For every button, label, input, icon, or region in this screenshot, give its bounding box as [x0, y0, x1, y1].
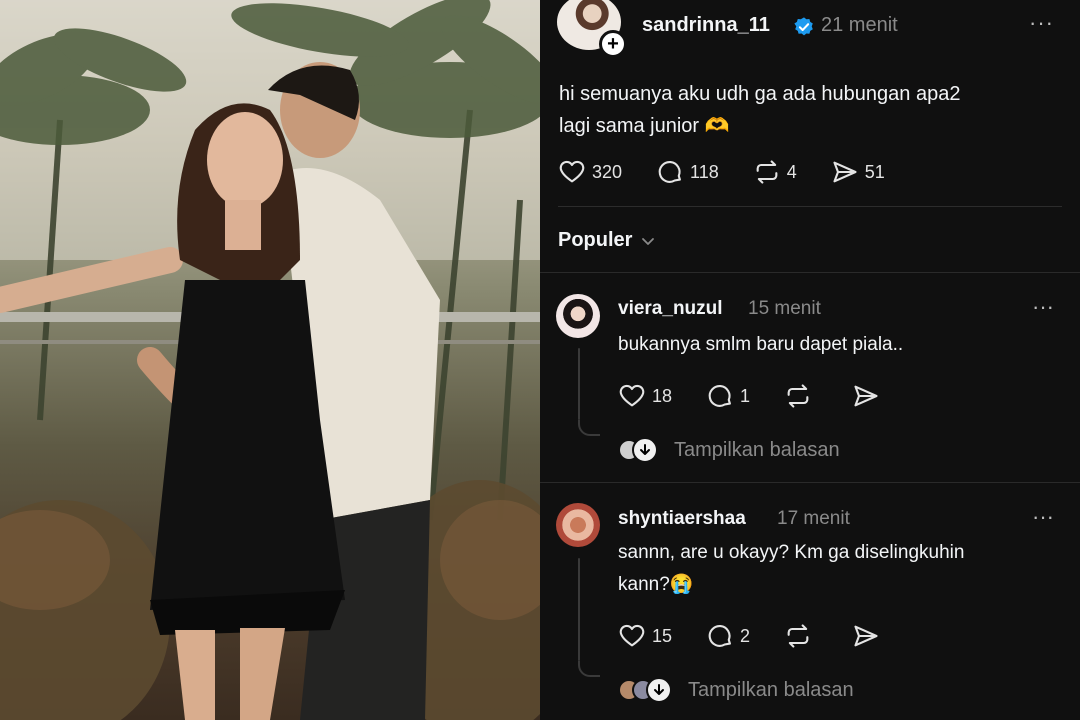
comment-text: bukannya smlm baru dapet piala..: [618, 334, 904, 355]
repost-icon: [787, 624, 809, 648]
divider: [540, 482, 1080, 483]
repost-icon: [756, 160, 778, 184]
like-count: 320: [592, 161, 623, 182]
comment-count: 2: [740, 625, 751, 646]
photo-illustration: [0, 0, 540, 720]
show-replies-label: Tampilkan balasan: [674, 438, 840, 461]
plus-icon[interactable]: +: [599, 30, 627, 58]
repost-button[interactable]: [784, 382, 818, 410]
post-text: hi semuanya aku udh ga ada hubungan apa2…: [559, 78, 1059, 142]
comment-button[interactable]: 1: [706, 382, 750, 410]
share-icon: [854, 625, 878, 647]
more-icon[interactable]: ···: [1032, 294, 1054, 320]
heart-icon: [619, 624, 645, 647]
post-time: 21 menit: [821, 14, 898, 36]
sort-dropdown[interactable]: Populer: [558, 229, 656, 252]
thread-panel: + sandrinna_11 21 menit ··· hi semuanya …: [540, 0, 1080, 720]
sort-label: Populer: [558, 229, 633, 251]
post-header: + sandrinna_11 21 menit ···: [540, 0, 1080, 58]
repost-button[interactable]: [784, 622, 818, 650]
thread-line: [578, 348, 580, 420]
comment-actions: 15 2: [618, 622, 920, 650]
show-replies-button[interactable]: Tampilkan balasan: [618, 437, 840, 463]
verified-icon: [794, 17, 813, 36]
heart-icon: [559, 160, 585, 183]
comment-icon: [708, 385, 731, 407]
comment-actions: 18 1: [618, 382, 920, 410]
post-username[interactable]: sandrinna_11: [642, 14, 770, 37]
more-icon[interactable]: ···: [1029, 10, 1054, 36]
comment-text-line: kann?😭: [618, 574, 694, 595]
like-count: 18: [652, 385, 673, 406]
comment-time: 15 menit: [748, 298, 821, 319]
comment-icon: [658, 161, 682, 183]
thread-line: [578, 661, 600, 677]
thread-line: [578, 420, 600, 436]
comment-time: 17 menit: [777, 508, 850, 529]
comment-text-line: sannn, are u okayy? Km ga diselingkuhin: [618, 542, 965, 563]
divider: [540, 272, 1080, 273]
comment-text: sannn, are u okayy? Km ga diselingkuhin …: [618, 537, 1048, 601]
comment-button[interactable]: 2: [706, 622, 750, 650]
like-button[interactable]: 18: [618, 382, 672, 410]
share-icon: [833, 161, 857, 183]
share-button[interactable]: [852, 382, 886, 410]
more-icon[interactable]: ···: [1032, 504, 1054, 530]
heart-icon: [619, 384, 645, 407]
comment-icon: [708, 625, 731, 647]
like-button[interactable]: 15: [618, 622, 672, 650]
show-replies-label: Tampilkan balasan: [688, 678, 854, 701]
repost-icon: [787, 384, 809, 408]
post-text-line: hi semuanya aku udh ga ada hubungan apa2: [559, 83, 961, 105]
share-count: 51: [864, 161, 885, 182]
comment-username[interactable]: viera_nuzul: [618, 298, 723, 320]
chevron-down-icon: [642, 237, 655, 245]
thread-line: [578, 558, 580, 661]
post-text-line: lagi sama junior 🫶: [559, 115, 730, 137]
comment-button[interactable]: 118: [656, 158, 719, 186]
comment-count: 118: [690, 161, 719, 182]
post-actions: 320 118 4 51: [558, 158, 919, 186]
like-button[interactable]: 320: [558, 158, 622, 186]
post-photo[interactable]: [0, 0, 540, 720]
avatar[interactable]: [556, 503, 600, 547]
arrow-down-icon: [632, 437, 658, 463]
comment-username[interactable]: shyntiaershaa: [618, 508, 746, 530]
show-replies-button[interactable]: Tampilkan balasan: [618, 677, 854, 703]
divider: [558, 206, 1062, 207]
comment-count: 1: [740, 385, 751, 406]
repost-count: 4: [786, 161, 797, 182]
share-button[interactable]: 51: [831, 158, 885, 186]
share-icon: [854, 385, 878, 407]
repost-button[interactable]: 4: [753, 158, 797, 186]
avatar[interactable]: [556, 294, 600, 338]
like-count: 15: [652, 625, 673, 646]
share-button[interactable]: [852, 622, 886, 650]
arrow-down-icon: [646, 677, 672, 703]
